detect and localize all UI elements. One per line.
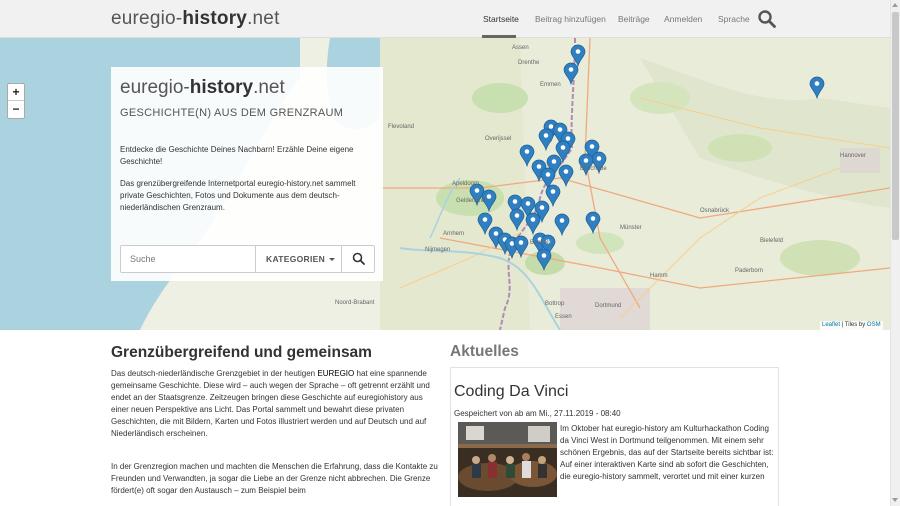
intro-paragraph-2: In der Grenzregion machen und machten di… [111, 462, 438, 495]
place-label: Essen [555, 314, 572, 320]
hero-subtitle: GESCHICHTE(N) AUS DEM GRENZRAUM [120, 107, 344, 119]
search-input[interactable] [121, 246, 254, 272]
news-meta: Gespeichert von ab am Mi., 27.11.2019 - … [454, 409, 621, 418]
intro-heading: Grenzübergreifend und gemeinsam [111, 344, 372, 361]
place-label: Apeldoorn [452, 181, 480, 187]
zoom-in-button[interactable]: + [8, 84, 24, 101]
place-label: Enschede [580, 166, 607, 172]
news-photo[interactable] [458, 422, 557, 497]
news-photo-image [458, 422, 557, 497]
place-label: Flevoland [388, 124, 415, 130]
search-submit-button[interactable] [341, 246, 375, 272]
search-icon[interactable] [758, 10, 776, 28]
place-label: Overijssel [485, 136, 512, 142]
map-attribution: Leaflet | Tiles by OSM [820, 321, 883, 330]
place-label: Hamm [650, 273, 668, 279]
page-scrollbar[interactable] [890, 0, 900, 506]
map-marker-icon[interactable] [570, 44, 586, 68]
nav-startseite[interactable]: Startseite [483, 14, 519, 24]
intro-paragraph-1: Das deutsch-niederländische Grenzgebiet … [111, 368, 438, 440]
map-marker-icon[interactable] [809, 76, 825, 100]
hero-panel: euregio-history.net GESCHICHTE(N) AUS DE… [111, 67, 383, 281]
place-label: Assen [512, 45, 529, 51]
place-label: Münster [620, 225, 642, 231]
search-icon [352, 252, 365, 265]
zoom-control: + − [7, 83, 25, 119]
attribution-separator: | Tiles by [840, 322, 867, 328]
place-label: Drenthe [518, 60, 540, 66]
brand-prefix: euregio- [111, 8, 183, 29]
place-label: Dortmund [595, 303, 622, 309]
place-label: Emmen [540, 82, 561, 88]
brand-bold: history [182, 8, 248, 29]
news-excerpt: Im Oktober hat euregio-history am Kultur… [560, 424, 774, 481]
euregio-link[interactable]: EUREGIO [317, 369, 354, 378]
nav-beitrag-hinzufuegen[interactable]: Beitrag hinzufügen [535, 14, 606, 24]
place-label: Gelderland [456, 198, 486, 204]
leaflet-link[interactable]: Leaflet [822, 322, 840, 328]
place-label: Nijmegen [425, 247, 451, 253]
map-marker-icon[interactable] [509, 208, 525, 232]
place-label: Bocholt [530, 240, 551, 246]
place-label: Paderborn [735, 268, 764, 274]
map-marker-icon[interactable] [538, 128, 554, 152]
hero-description: Das grenzübergreifende Internetportal eu… [120, 179, 356, 212]
place-label: Osnabrück [700, 208, 730, 214]
nav-beitraege[interactable]: Beiträge [618, 14, 650, 24]
hero-title: euregio-history.net [120, 77, 285, 99]
map-marker-icon[interactable] [554, 213, 570, 237]
hero-intro-text: Entdecke die Geschichte Deines Nachbarn!… [120, 145, 354, 166]
map-marker-icon[interactable] [563, 62, 579, 86]
news-title[interactable]: Coding Da Vinci [454, 383, 568, 401]
top-navbar: euregio-history.net Startseite Beitrag h… [0, 0, 890, 38]
scroll-down-arrow-icon[interactable] [892, 498, 898, 502]
map-marker-icon[interactable] [513, 235, 529, 259]
caret-down-icon [329, 258, 336, 262]
place-label: Arnhem [443, 231, 465, 237]
osm-link[interactable]: OSM [867, 322, 881, 328]
categories-label: KATEGORIEN [266, 254, 326, 264]
place-label: Bielefeld [760, 238, 784, 244]
scrollbar-thumb[interactable] [892, 12, 899, 240]
site-logo[interactable]: euregio-history.net [111, 8, 280, 30]
categories-dropdown[interactable]: KATEGORIEN [255, 246, 341, 272]
map-marker-icon[interactable] [545, 184, 561, 208]
intro-text: Das deutsch-niederländische Grenzgebiet … [111, 369, 318, 378]
news-card: Coding Da Vinci Gespeichert von ab am Mi… [450, 367, 779, 506]
map-marker-icon[interactable] [525, 212, 541, 236]
place-label: Bottrop [545, 301, 565, 307]
map-marker-icon[interactable] [585, 211, 601, 235]
zoom-out-button[interactable]: − [8, 101, 24, 118]
map-marker-icon[interactable] [558, 164, 574, 188]
place-label: Hannover [840, 153, 867, 159]
brand-suffix: .net [247, 8, 280, 29]
news-heading: Aktuelles [450, 343, 519, 360]
scroll-up-arrow-icon[interactable] [892, 3, 898, 7]
place-label: Noord-Brabant [335, 300, 375, 306]
hero-title-suffix: .net [253, 77, 285, 98]
hero-title-prefix: euregio- [120, 77, 190, 98]
map-marker-icon[interactable] [519, 144, 535, 168]
hero-title-bold: history [189, 77, 254, 98]
map-marker-icon[interactable] [536, 248, 552, 272]
intro-text: hat eine spannende gemeinsame Geschichte… [111, 369, 430, 438]
nav-sprache[interactable]: Sprache [718, 14, 750, 24]
nav-anmelden[interactable]: Anmelden [664, 14, 702, 24]
hero-search-bar: KATEGORIEN [120, 245, 375, 273]
